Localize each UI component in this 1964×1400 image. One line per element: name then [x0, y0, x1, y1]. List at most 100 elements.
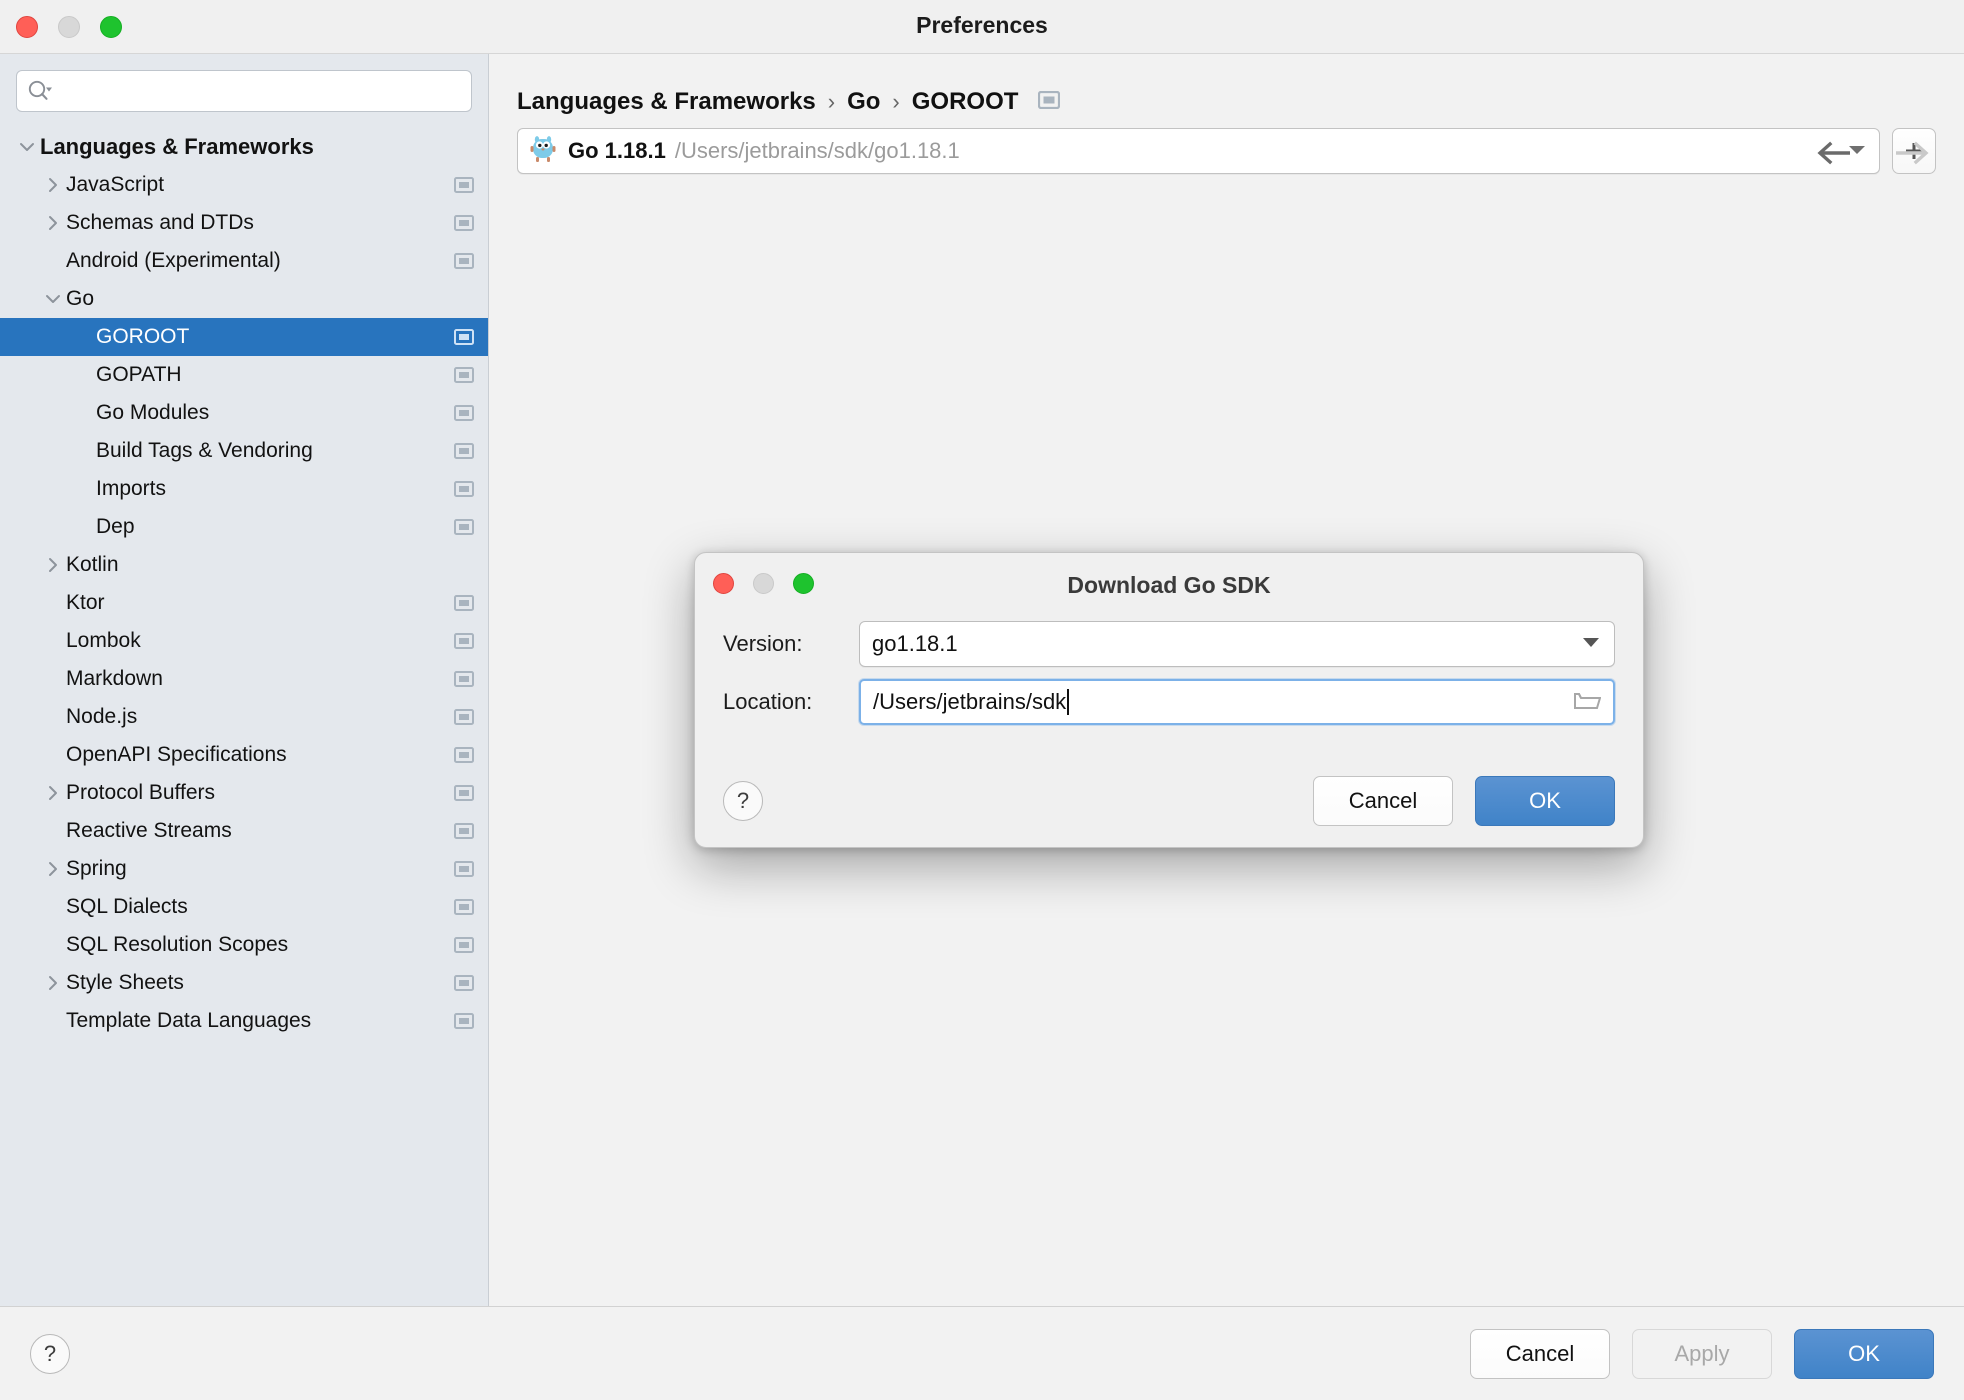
sidebar-item-spring[interactable]: Spring [0, 850, 488, 888]
settings-sync-badge-icon[interactable] [454, 215, 474, 231]
location-value: /Users/jetbrains/sdk [873, 689, 1067, 714]
sidebar-item-label: SQL Dialects [66, 895, 188, 918]
search-field[interactable] [16, 70, 472, 112]
chevron-down-icon[interactable] [1580, 635, 1602, 654]
sidebar-item-ktor[interactable]: Ktor [0, 584, 488, 622]
settings-sync-badge-icon[interactable] [454, 443, 474, 459]
download-go-sdk-dialog: Download Go SDK Version: go1.18.1 Locati… [694, 552, 1644, 848]
sidebar-item-label: Reactive Streams [66, 819, 232, 842]
settings-tree: Languages & Frameworks JavaScript Schemas … [0, 122, 488, 1306]
settings-sync-badge-icon[interactable] [454, 899, 474, 915]
sidebar-item-javascript[interactable]: JavaScript [0, 166, 488, 204]
sidebar-item-label: Dep [96, 515, 135, 538]
settings-sync-badge-icon[interactable] [454, 709, 474, 725]
settings-sync-badge-icon[interactable] [454, 405, 474, 421]
dialog-form: Version: go1.18.1 Location: /Users/jetbr… [695, 615, 1643, 755]
chevron-right-icon[interactable] [40, 860, 66, 878]
settings-sync-badge-icon[interactable] [454, 1013, 474, 1029]
sidebar-item-label: Template Data Languages [66, 1009, 312, 1032]
sdk-name-label: Go 1.18.1 [568, 138, 666, 163]
sidebar-item-protocol-buffers[interactable]: Protocol Buffers [0, 774, 488, 812]
version-combobox[interactable]: go1.18.1 [859, 621, 1615, 667]
search-icon [28, 80, 52, 100]
sidebar-item-goroot[interactable]: GOROOT [0, 318, 488, 356]
cancel-button[interactable]: Cancel [1470, 1328, 1610, 1379]
sidebar-item-kotlin[interactable]: Kotlin [0, 546, 488, 584]
dialog-title: Download Go SDK [1067, 572, 1271, 598]
settings-sync-badge-icon[interactable] [454, 785, 474, 801]
sidebar-item-template-data-languages[interactable]: Template Data Languages [0, 1002, 488, 1040]
chevron-right-icon[interactable] [40, 214, 66, 232]
settings-sync-badge-icon[interactable] [454, 481, 474, 497]
sidebar-item-label: GOROOT [96, 325, 190, 348]
sdk-combobox[interactable]: Go 1.18.1 /Users/jetbrains/sdk/go1.18.1 [517, 128, 1880, 174]
settings-sync-badge-icon[interactable] [454, 367, 474, 383]
version-label: Version: [723, 631, 803, 656]
sidebar-item-label: Ktor [66, 591, 105, 614]
settings-sync-badge-icon[interactable] [454, 823, 474, 839]
sidebar-item-schemas-and-dtds[interactable]: Schemas and DTDs [0, 204, 488, 242]
sidebar-item-style-sheets[interactable]: Style Sheets [0, 964, 488, 1002]
settings-sync-badge-icon[interactable] [454, 747, 474, 763]
settings-sync-badge-icon[interactable] [454, 329, 474, 345]
folder-icon[interactable] [1573, 689, 1602, 716]
location-field[interactable]: /Users/jetbrains/sdk [859, 679, 1615, 725]
sidebar-item-label: Spring [66, 857, 127, 880]
version-row: Version: go1.18.1 [723, 615, 1615, 673]
sidebar-item-gopath[interactable]: GOPATH [0, 356, 488, 394]
sidebar-item-sql-dialects[interactable]: SQL Dialects [0, 888, 488, 926]
settings-sync-badge-icon[interactable] [454, 177, 474, 193]
sidebar-item-languages-frameworks[interactable]: Languages & Frameworks [0, 128, 488, 166]
arrow-left-icon[interactable] [1816, 140, 1858, 171]
dialog-cancel-button[interactable]: Cancel [1313, 776, 1453, 826]
sidebar-item-go[interactable]: Go [0, 280, 488, 318]
settings-sync-badge-icon[interactable] [454, 519, 474, 535]
sidebar-item-sql-resolution-scopes[interactable]: SQL Resolution Scopes [0, 926, 488, 964]
sidebar-item-label: Schemas and DTDs [66, 211, 254, 234]
chevron-down-icon[interactable] [40, 290, 66, 308]
help-button[interactable]: ? [30, 1333, 70, 1374]
settings-sync-badge-icon[interactable] [1038, 90, 1061, 114]
sidebar-item-label: Protocol Buffers [66, 781, 216, 804]
breadcrumb: Languages & Frameworks › Go › GOROOT [489, 54, 1964, 120]
chevron-down-icon[interactable] [14, 138, 40, 156]
apply-button: Apply [1632, 1328, 1772, 1379]
sidebar-item-label: Style Sheets [66, 971, 184, 994]
settings-sync-badge-icon[interactable] [454, 671, 474, 687]
sidebar-item-dep[interactable]: Dep [0, 508, 488, 546]
chevron-right-icon[interactable] [40, 556, 66, 574]
sidebar-item-reactive-streams[interactable]: Reactive Streams [0, 812, 488, 850]
ok-button[interactable]: OK [1794, 1328, 1934, 1379]
chevron-right-icon[interactable] [40, 176, 66, 194]
sidebar-item-node-js[interactable]: Node.js [0, 698, 488, 736]
sidebar-item-label: Markdown [66, 667, 163, 690]
sidebar-item-build-tags-vendoring[interactable]: Build Tags & Vendoring [0, 432, 488, 470]
sidebar-item-android-experimental[interactable]: Android (Experimental) [0, 242, 488, 280]
breadcrumb-part-1[interactable]: Go [847, 88, 880, 116]
settings-sync-badge-icon[interactable] [454, 595, 474, 611]
dialog-ok-button[interactable]: OK [1475, 776, 1615, 826]
breadcrumb-part-0[interactable]: Languages & Frameworks [517, 88, 816, 116]
settings-sync-badge-icon[interactable] [454, 975, 474, 991]
text-caret [1067, 689, 1070, 715]
sidebar-item-label: SQL Resolution Scopes [66, 933, 289, 956]
settings-sync-badge-icon[interactable] [454, 253, 474, 269]
sidebar-item-lombok[interactable]: Lombok [0, 622, 488, 660]
navigation-arrows [1816, 140, 1930, 171]
settings-sync-badge-icon[interactable] [454, 633, 474, 649]
settings-sync-badge-icon[interactable] [454, 937, 474, 953]
chevron-right-icon[interactable] [40, 784, 66, 802]
dialog-help-button[interactable]: ? [723, 781, 763, 821]
sidebar-item-imports[interactable]: Imports [0, 470, 488, 508]
settings-sync-badge-icon[interactable] [454, 861, 474, 877]
go-gopher-icon [530, 134, 556, 169]
search-input[interactable] [61, 80, 461, 102]
chevron-right-icon[interactable] [40, 974, 66, 992]
sidebar-item-openapi-specifications[interactable]: OpenAPI Specifications [0, 736, 488, 774]
sidebar-item-markdown[interactable]: Markdown [0, 660, 488, 698]
breadcrumb-separator-0: › [827, 89, 836, 114]
sidebar-item-label: Lombok [66, 629, 141, 652]
sidebar-item-label: Kotlin [66, 553, 119, 576]
breadcrumb-part-2: GOROOT [911, 88, 1019, 115]
sidebar-item-go-modules[interactable]: Go Modules [0, 394, 488, 432]
